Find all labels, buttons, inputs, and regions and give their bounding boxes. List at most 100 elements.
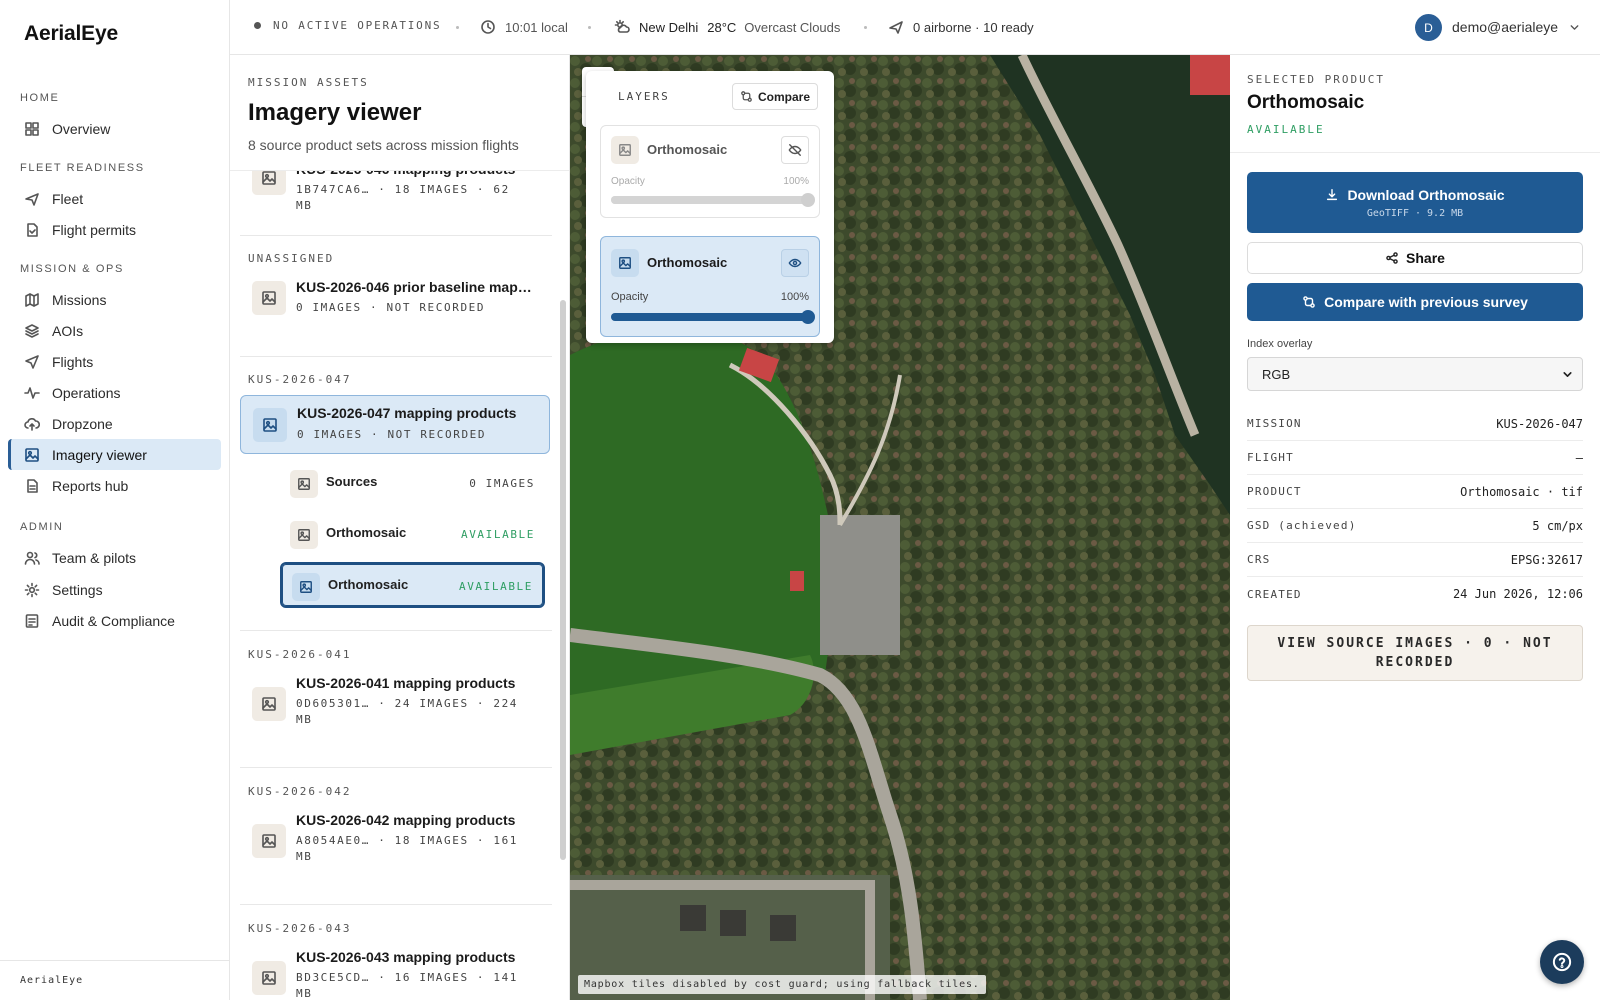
eye-off-icon	[788, 144, 802, 156]
map-view[interactable]: + − LAYERS Compare Orthomosaic Opacity 1…	[570, 55, 1230, 1000]
assets-scrollbar[interactable]	[560, 300, 566, 860]
layer-visibility-toggle[interactable]	[781, 249, 809, 277]
app-logo[interactable]: AerialEye	[24, 22, 118, 46]
compare-survey-button[interactable]: Compare with previous survey	[1247, 283, 1583, 321]
download-button[interactable]: Download Orthomosaic GeoTIFF · 9.2 MB	[1247, 172, 1583, 233]
weather-temp: 28°C	[707, 19, 737, 35]
product-name: Orthomosaic	[1247, 92, 1365, 113]
divider	[240, 904, 552, 905]
product-detail-panel: SELECTED PRODUCT Orthomosaic AVAILABLE D…	[1230, 55, 1600, 1000]
nav-item-flights[interactable]: Flights	[8, 346, 221, 377]
share-label: Share	[1406, 250, 1445, 266]
product-kicker: SELECTED PRODUCT	[1247, 73, 1385, 86]
nav-section-mission-ops: MISSION & OPS	[20, 263, 124, 275]
download-label-row: Download Orthomosaic	[1325, 187, 1505, 203]
nav-item-reports-hub[interactable]: Reports hub	[8, 470, 221, 501]
layers-compare-button[interactable]: Compare	[732, 83, 818, 110]
layer-row[interactable]: Orthomosaic Opacity 100%	[600, 125, 820, 218]
image-icon	[262, 971, 276, 985]
nav-item-settings[interactable]: Settings	[8, 574, 221, 605]
product-child-status: 0 IMAGES	[469, 477, 535, 490]
divider	[240, 235, 552, 236]
nav-item-team-pilots[interactable]: Team & pilots	[8, 542, 221, 573]
nav-item-overview[interactable]: Overview	[8, 113, 221, 144]
detail-row-mission: MISSION KUS-2026-047	[1247, 407, 1583, 441]
nav-section-fleet: FLEET READINESS	[20, 162, 145, 174]
mission-assets-panel: MISSION ASSETS Imagery viewer 8 source p…	[230, 55, 570, 1000]
user-email: demo@aerialeye	[1452, 19, 1559, 35]
nav-item-imagery-viewer[interactable]: Imagery viewer	[8, 439, 221, 470]
weather: New Delhi 28°C Overcast Clouds	[614, 19, 840, 35]
product-child-sources[interactable]: Sources 0 IMAGES	[280, 461, 545, 507]
detail-value: 5 cm/px	[1532, 518, 1583, 533]
nav-item-dropzone[interactable]: Dropzone	[8, 408, 221, 439]
document-icon	[27, 222, 38, 237]
divider	[240, 630, 552, 631]
gear-icon	[24, 582, 40, 597]
opacity-slider[interactable]	[611, 193, 815, 207]
download-meta: GeoTIFF · 9.2 MB	[1366, 207, 1464, 219]
download-icon	[1327, 188, 1338, 200]
opacity-label: Opacity	[611, 176, 645, 187]
layers-title: LAYERS	[618, 90, 670, 103]
product-set-card[interactable]: KUS-2026-041 mapping products 0D605301… …	[240, 669, 550, 741]
opacity-value: 100%	[783, 176, 809, 187]
nav-item-label: Settings	[52, 581, 103, 598]
index-overlay-select[interactable]: RGB	[1247, 357, 1583, 391]
share-button[interactable]: Share	[1247, 242, 1583, 274]
product-child-label: Sources	[326, 474, 378, 489]
layer-name: Orthomosaic	[647, 255, 728, 270]
detail-key: GSD (achieved)	[1247, 519, 1357, 532]
detail-value: Orthomosaic · tif	[1460, 484, 1583, 499]
image-icon	[262, 834, 276, 848]
sidebar-footer: AerialEye	[0, 960, 230, 1000]
nav-item-missions[interactable]: Missions	[8, 284, 221, 315]
divider	[240, 767, 552, 768]
product-set-card[interactable]: KUS-2026-042 mapping products A8054AE0… …	[240, 806, 550, 878]
image-icon	[300, 581, 312, 593]
layer-row-active[interactable]: Orthomosaic Opacity 100%	[600, 236, 820, 337]
help-button[interactable]	[1540, 940, 1584, 984]
product-thumb	[252, 961, 286, 995]
product-set-card[interactable]: KUS-2026-043 mapping products BD3CE5CD… …	[240, 943, 550, 1000]
opacity-slider[interactable]	[611, 310, 815, 324]
product-thumb	[290, 470, 318, 498]
opacity-handle[interactable]	[801, 310, 815, 324]
nav-item-fleet[interactable]: Fleet	[8, 183, 221, 214]
product-child-orthomosaic[interactable]: Orthomosaic AVAILABLE	[280, 512, 545, 558]
detail-key: FLIGHT	[1247, 451, 1294, 464]
user-menu[interactable]: demo@aerialeye	[1452, 19, 1581, 35]
view-source-images-button[interactable]: VIEW SOURCE IMAGES · 0 · NOT RECORDED	[1247, 625, 1583, 681]
layers-icon	[25, 323, 39, 338]
eye-icon	[788, 258, 802, 268]
compare-icon	[1303, 296, 1315, 308]
compare-icon	[741, 91, 752, 102]
detail-value: 24 Jun 2026, 12:06	[1452, 587, 1583, 601]
nav-item-audit-compliance[interactable]: Audit & Compliance	[8, 605, 221, 636]
detail-value: EPSG:32617	[1510, 552, 1583, 567]
detail-row-crs: CRS EPSG:32617	[1247, 543, 1583, 577]
nav-item-label: Dropzone	[52, 415, 113, 432]
nav-item-flight-permits[interactable]: Flight permits	[8, 214, 221, 245]
ops-status: NO ACTIVE OPERATIONS	[254, 19, 441, 32]
share-icon	[1386, 252, 1398, 264]
cloud-upload-icon	[24, 417, 40, 431]
opacity-fill	[611, 313, 809, 321]
product-child-orthomosaic-selected[interactable]: Orthomosaic AVAILABLE	[280, 562, 545, 608]
send-icon	[25, 354, 39, 369]
product-set-title: KUS-2026-046 prior baseline mapping prod…	[296, 279, 536, 295]
nav-section-admin: ADMIN	[20, 521, 64, 533]
product-set-meta: 0D605301… · 24 IMAGES · 224 MB	[296, 697, 519, 726]
nav-item-label: Fleet	[52, 190, 84, 207]
avatar[interactable]: D	[1415, 14, 1442, 41]
product-set-card-selected[interactable]: KUS-2026-047 mapping products 0 IMAGES ·…	[240, 395, 550, 454]
image-icon	[298, 529, 310, 541]
nav-item-aois[interactable]: AOIs	[8, 315, 221, 346]
product-set-card[interactable]: KUS-2026-046 prior baseline mapping prod…	[240, 273, 550, 329]
layer-visibility-toggle[interactable]	[781, 136, 809, 164]
nav-item-operations[interactable]: Operations	[8, 377, 221, 408]
opacity-handle[interactable]	[801, 193, 815, 207]
compare-label: Compare	[757, 89, 810, 104]
status-badge: AVAILABLE	[460, 528, 535, 541]
image-icon	[262, 697, 276, 711]
